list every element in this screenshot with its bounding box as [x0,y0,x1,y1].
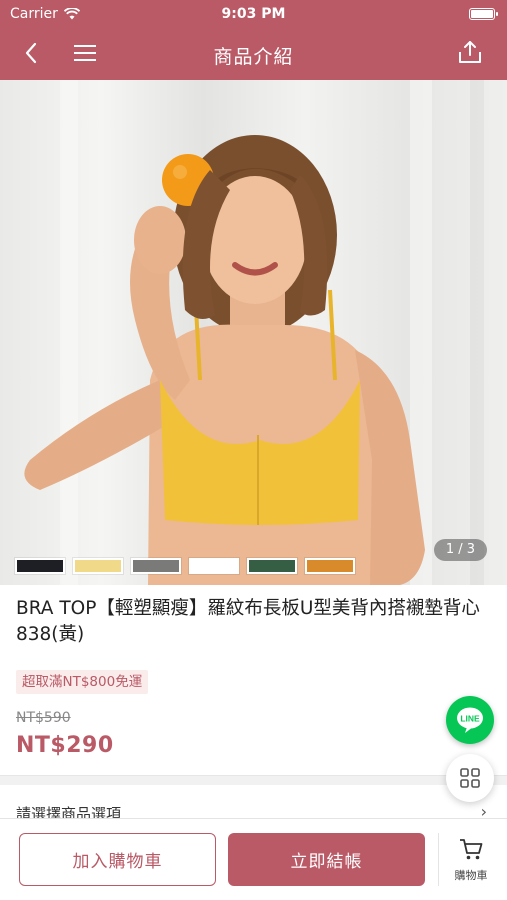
line-chat-button[interactable]: LINE [446,696,494,744]
original-price: NT$590 [16,710,71,726]
cart-button[interactable]: 購物車 [447,837,495,883]
product-image-gallery[interactable]: 1 / 3 [0,80,507,585]
bar-divider [438,833,439,886]
app-header: Carrier 9:03 PM 商品介紹 [0,0,507,80]
image-counter: 1 / 3 [433,539,487,561]
grid-menu-button[interactable] [446,754,494,802]
bottom-action-bar: 加入購物車 立即結帳 購物車 [0,818,507,900]
share-icon [459,41,481,63]
grid-icon [460,768,480,788]
shopping-cart-icon [460,839,483,860]
section-divider [0,775,507,785]
product-options-row[interactable]: 請選擇商品選項 › [0,786,507,823]
add-to-cart-button[interactable]: 加入購物車 [19,833,216,886]
color-swatch-yellow[interactable] [73,558,123,574]
shipping-promo-badge: 超取滿NT$800免運 [16,670,149,694]
product-photo [24,80,484,585]
color-swatch-green[interactable] [247,558,297,574]
status-time: 9:03 PM [221,6,286,22]
line-chat-icon: LINE [457,707,483,733]
product-title: BRA TOP【輕塑顯瘦】羅紋布長板U型美背內搭襯墊背心 838(黃) [16,598,480,645]
page-title: 商品介紹 [213,46,294,68]
color-swatch-white[interactable] [189,558,239,574]
share-button[interactable] [455,36,485,68]
cart-label: 購物車 [454,869,488,882]
checkout-button[interactable]: 立即結帳 [228,833,425,886]
color-swatch-black[interactable] [15,558,65,574]
color-swatches [15,558,355,574]
line-label: LINE [460,714,480,724]
sale-price: NT$290 [16,733,114,758]
nav-bar: 商品介紹 [0,28,507,80]
battery-icon [469,8,498,20]
color-swatch-orange[interactable] [305,558,355,574]
status-bar: Carrier 9:03 PM [0,0,507,28]
color-swatch-gray[interactable] [131,558,181,574]
